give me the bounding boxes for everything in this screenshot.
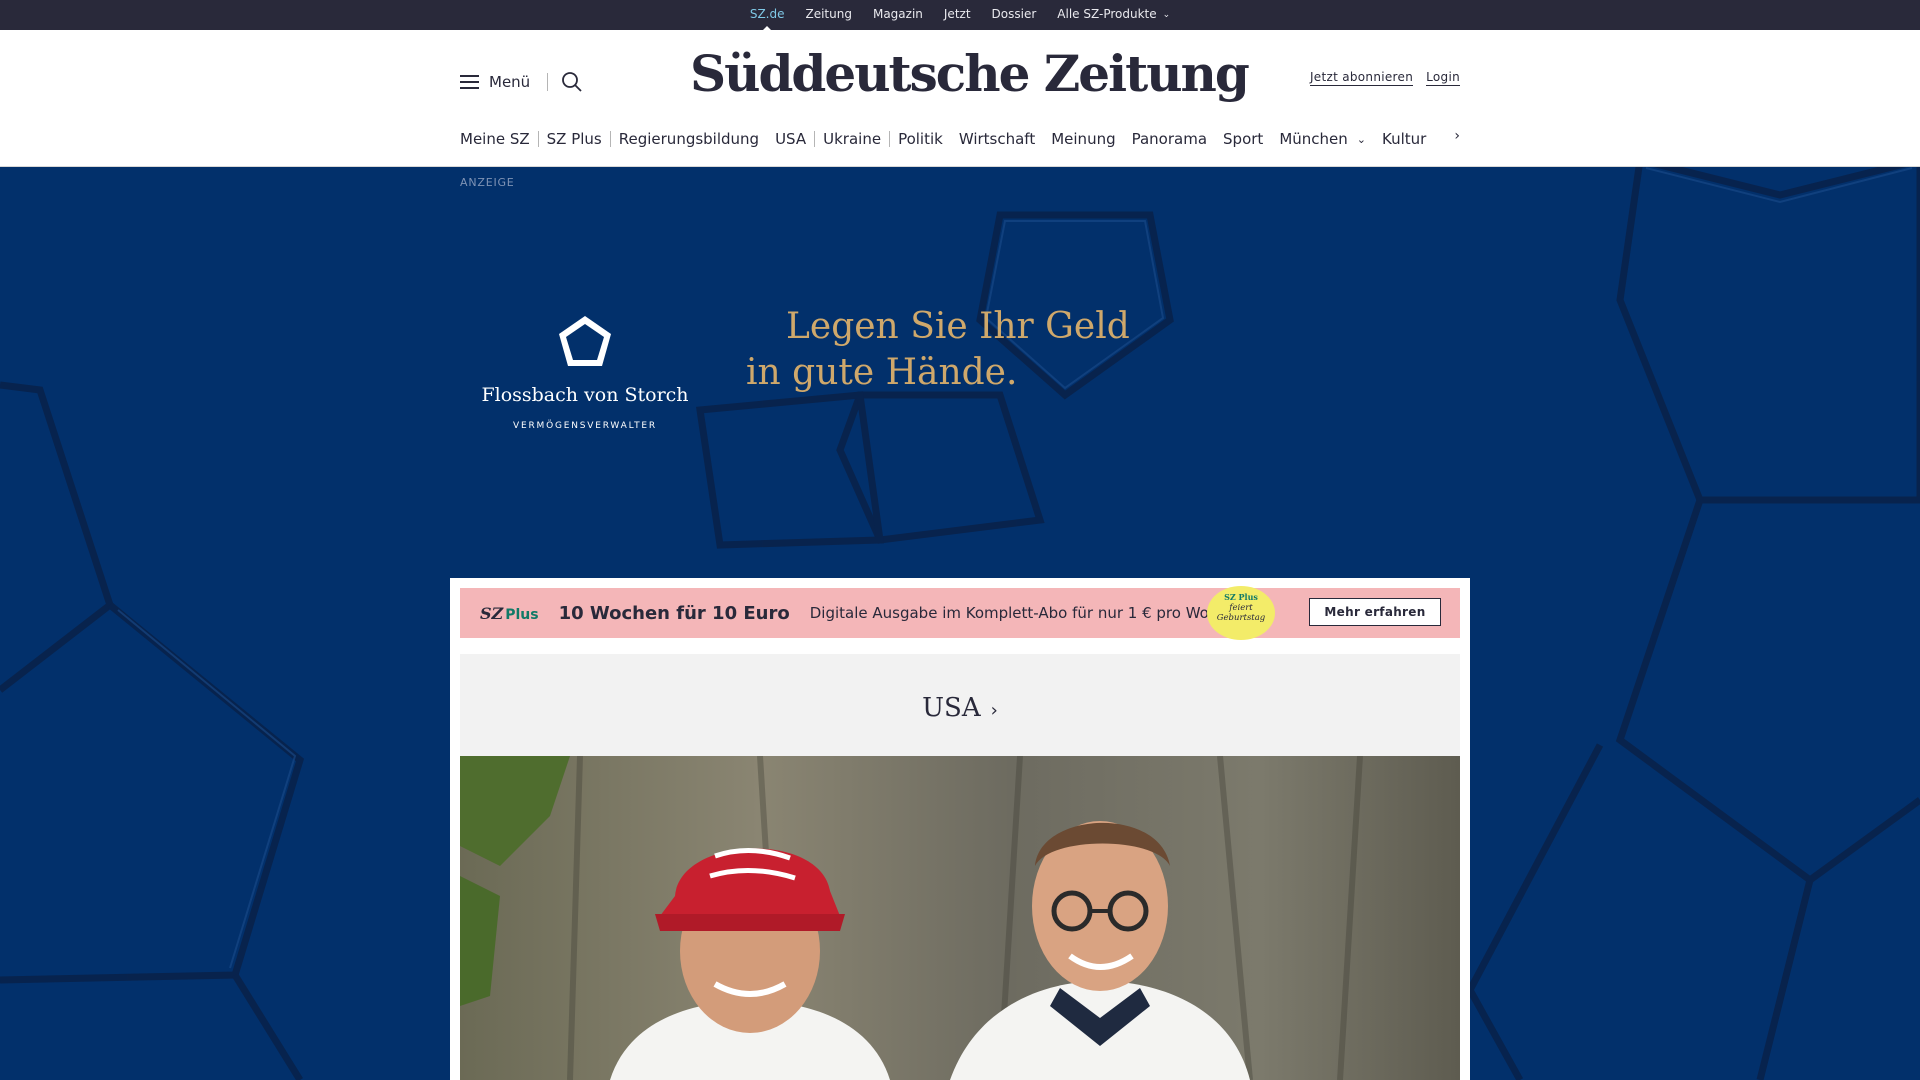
service-link-jetzt[interactable]: Jetzt — [944, 0, 971, 30]
nav-divider — [537, 131, 539, 147]
service-link-sz-de[interactable]: SZ.de — [750, 0, 784, 31]
chevron-right-icon[interactable]: › — [1454, 128, 1460, 144]
nav-item-sz-plus[interactable]: SZ Plus — [547, 130, 602, 148]
promo-title: 10 Wochen für 10 Euro — [558, 602, 790, 624]
service-link-dossier[interactable]: Dossier — [992, 0, 1037, 30]
hamburger-icon — [460, 75, 479, 89]
ad-brand-subtitle: VERMÖGENSVERWALTER — [513, 421, 657, 431]
nav-item-regierungsbildung[interactable]: Regierungsbildung — [619, 130, 759, 148]
sz-plus-logo-sz: SZ — [480, 603, 504, 623]
ad-headline[interactable]: Legen Sie Ihr Geld in gute Hände. — [746, 304, 1166, 396]
service-link-all-products[interactable]: Alle SZ-Produkte ⌄ — [1057, 0, 1170, 30]
section-title: USA — [922, 693, 981, 723]
nav-item-politik[interactable]: Politik — [898, 130, 943, 148]
badge-line-1: SZ Plus — [1224, 592, 1258, 602]
ad-label: ANZEIGE — [460, 176, 515, 189]
site-header: Menü Süddeutsche Zeitung Jetzt abonniere… — [0, 30, 1920, 167]
more-info-button[interactable]: Mehr erfahren — [1309, 598, 1441, 626]
nav-item-usa[interactable]: USA — [775, 130, 806, 148]
nav-item-meinung[interactable]: Meinung — [1051, 130, 1115, 148]
nav-item-panorama[interactable]: Panorama — [1132, 130, 1207, 148]
nav-item-ukraine[interactable]: Ukraine — [823, 130, 881, 148]
badge-line-2: feiert — [1229, 603, 1253, 613]
nav-divider — [889, 131, 891, 147]
service-bar: SZ.de Zeitung Magazin Jetzt Dossier Alle… — [0, 0, 1920, 31]
menu-label: Menü — [489, 73, 531, 91]
birthday-badge: SZ Plus feiert Geburtstag — [1207, 586, 1275, 640]
section-header-usa[interactable]: USA › — [460, 654, 1460, 756]
header-divider — [547, 73, 548, 91]
nav-item-meine-sz[interactable]: Meine SZ — [460, 130, 530, 148]
login-link[interactable]: Login — [1426, 70, 1460, 86]
ad-brand-logo[interactable]: Flossbach von Storch VERMÖGENSVERWALTER — [460, 312, 710, 431]
nav-item-kultur[interactable]: Kultur — [1382, 130, 1426, 148]
ad-brand-name: Flossbach von Storch — [481, 384, 689, 406]
nav-item-wirtschaft[interactable]: Wirtschaft — [959, 130, 1035, 148]
chevron-down-icon: ⌄ — [1162, 10, 1171, 20]
content-column: SZ Plus 10 Wochen für 10 Euro Digitale Au… — [450, 578, 1470, 1080]
sz-plus-promo-banner[interactable]: SZ Plus 10 Wochen für 10 Euro Digitale Au… — [460, 586, 1460, 640]
sz-plus-logo-plus: Plus — [505, 606, 539, 623]
nav-item-muenchen[interactable]: München ⌄ — [1279, 130, 1366, 148]
badge-line-3: Geburtstag — [1216, 613, 1266, 623]
lead-article-image[interactable] — [460, 756, 1460, 1080]
service-link-zeitung[interactable]: Zeitung — [805, 0, 851, 30]
nav-divider — [609, 131, 611, 147]
service-link-magazin[interactable]: Magazin — [873, 0, 923, 30]
header-actions: Jetzt abonnieren Login — [1309, 70, 1460, 86]
chevron-right-icon: › — [990, 700, 998, 721]
chevron-down-icon: ⌄ — [1356, 132, 1366, 146]
menu-button[interactable]: Menü — [460, 70, 530, 94]
pentagon-logo-icon — [559, 316, 611, 366]
nav-divider — [814, 131, 816, 147]
sz-plus-logo: SZ Plus — [480, 604, 539, 623]
site-logo[interactable]: Süddeutsche Zeitung — [690, 44, 1250, 104]
search-icon[interactable] — [560, 70, 584, 94]
all-products-label: Alle SZ-Produkte — [1057, 7, 1157, 21]
nav-item-sport[interactable]: Sport — [1223, 130, 1263, 148]
subscribe-link[interactable]: Jetzt abonnieren — [1309, 70, 1414, 86]
ressort-nav: Meine SZ SZ Plus Regierungsbildung USA U… — [460, 128, 1460, 150]
nav-item-muenchen-label: München — [1279, 130, 1348, 148]
promo-text: Digitale Ausgabe im Komplett-Abo für nur… — [809, 604, 1241, 622]
